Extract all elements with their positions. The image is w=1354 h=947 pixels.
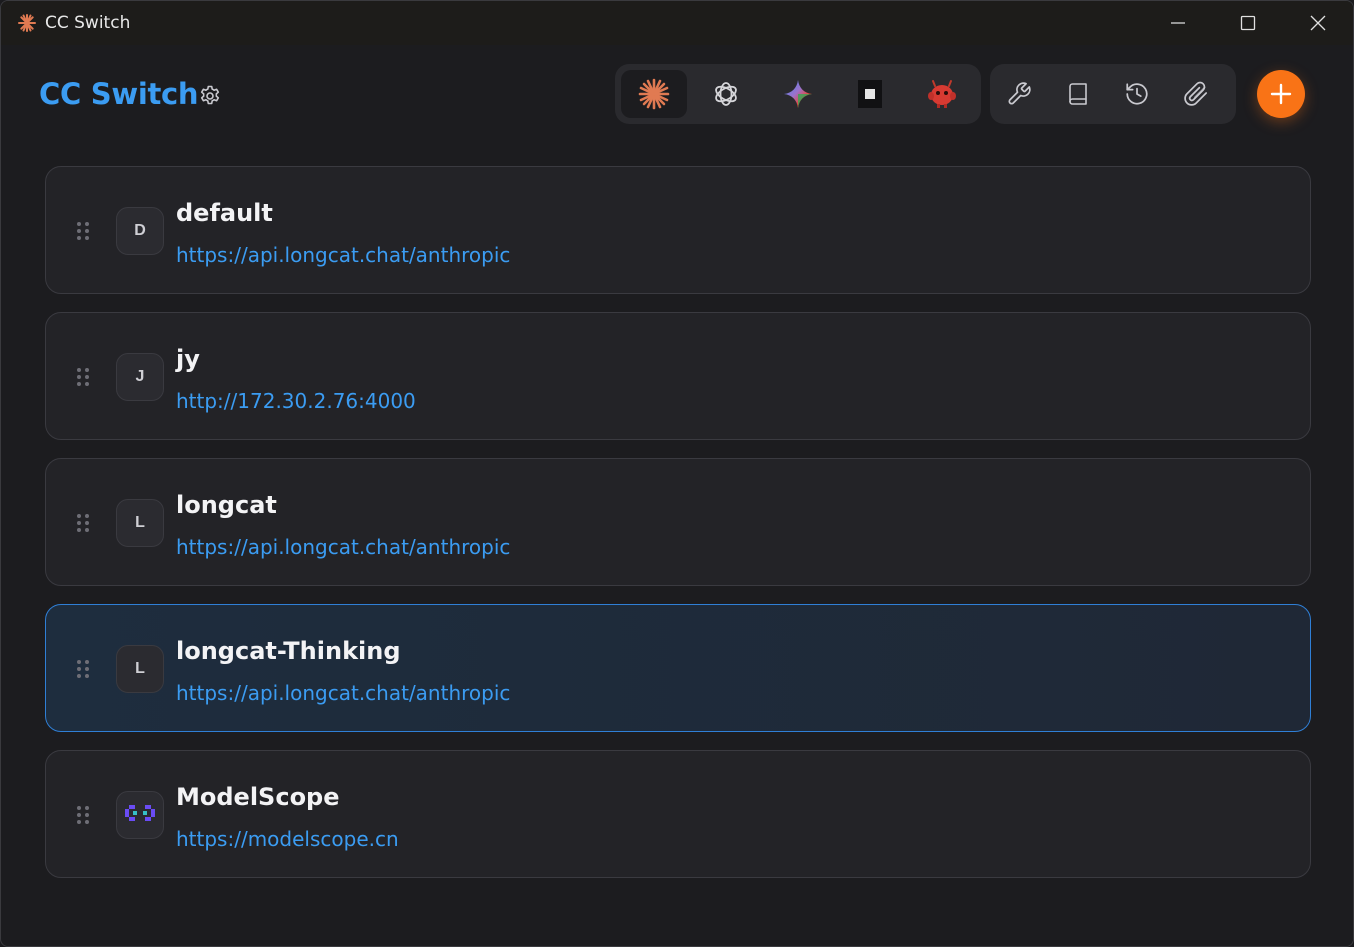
provider-avatar: L xyxy=(116,645,164,693)
history-button[interactable] xyxy=(1119,75,1156,113)
gear-icon xyxy=(200,85,220,105)
provider-avatar: D xyxy=(116,207,164,255)
provider-name: default xyxy=(176,199,273,227)
minimize-icon xyxy=(1171,22,1185,24)
app-body: CC Switch D default https://api.longcat.… xyxy=(3,45,1353,946)
history-icon xyxy=(1126,83,1148,105)
settings-button[interactable] xyxy=(195,81,225,111)
provider-name: longcat-Thinking xyxy=(176,637,401,665)
provider-name: longcat xyxy=(176,491,277,519)
close-icon xyxy=(1310,15,1326,31)
app-tab-gemini[interactable] xyxy=(765,70,831,118)
app-tab-terminal[interactable] xyxy=(837,70,903,118)
drag-handle-icon[interactable] xyxy=(76,659,90,679)
provider-card[interactable]: ModelScope https://modelscope.cn xyxy=(45,750,1311,878)
app-tab-openai[interactable] xyxy=(693,70,759,118)
drag-handle-icon[interactable] xyxy=(76,805,90,825)
window-title: CC Switch xyxy=(45,13,131,33)
window-controls xyxy=(1143,1,1353,45)
drag-handle-icon[interactable] xyxy=(76,221,90,241)
provider-name: ModelScope xyxy=(176,783,340,811)
book-icon xyxy=(1069,83,1087,105)
drag-handle-icon[interactable] xyxy=(76,513,90,533)
maximize-icon xyxy=(1240,15,1256,31)
provider-name: jy xyxy=(176,345,200,373)
provider-card[interactable]: L longcat https://api.longcat.chat/anthr… xyxy=(45,458,1311,586)
provider-avatar: L xyxy=(116,499,164,547)
openai-icon xyxy=(715,82,737,106)
wrench-icon xyxy=(1008,82,1032,105)
brand-title: CC Switch xyxy=(39,77,199,111)
provider-url[interactable]: http://172.30.2.76:4000 xyxy=(176,389,416,413)
toolbar xyxy=(990,64,1236,124)
maximize-button[interactable] xyxy=(1213,1,1283,45)
provider-url[interactable]: https://modelscope.cn xyxy=(176,827,399,851)
provider-avatar: J xyxy=(116,353,164,401)
attachments-button[interactable] xyxy=(1177,75,1214,113)
docs-button[interactable] xyxy=(1060,75,1097,113)
app-tab-claude[interactable] xyxy=(621,70,687,118)
app-switcher xyxy=(615,64,981,124)
drag-handle-icon[interactable] xyxy=(76,367,90,387)
terminal-square-icon xyxy=(858,80,882,108)
provider-card[interactable]: D default https://api.longcat.chat/anthr… xyxy=(45,166,1311,294)
close-button[interactable] xyxy=(1283,1,1353,45)
claude-icon xyxy=(638,78,670,110)
provider-url[interactable]: https://api.longcat.chat/anthropic xyxy=(176,535,510,559)
provider-url[interactable]: https://api.longcat.chat/anthropic xyxy=(176,243,510,267)
app-window: CC Switch CC Switch D default https://ap… xyxy=(0,0,1354,947)
gemini-icon xyxy=(784,80,812,108)
provider-list: D default https://api.longcat.chat/anthr… xyxy=(45,166,1311,896)
add-provider-button[interactable] xyxy=(1257,70,1305,118)
tools-button[interactable] xyxy=(1001,75,1038,113)
plus-icon xyxy=(1270,83,1292,105)
provider-card[interactable]: J jy http://172.30.2.76:4000 xyxy=(45,312,1311,440)
minimize-button[interactable] xyxy=(1143,1,1213,45)
provider-url[interactable]: https://api.longcat.chat/anthropic xyxy=(176,681,510,705)
app-tab-mascot[interactable] xyxy=(909,70,975,118)
red-mascot-icon xyxy=(928,80,956,108)
modelscope-logo-icon xyxy=(116,791,164,839)
paperclip-icon xyxy=(1183,81,1207,106)
claude-burst-icon xyxy=(17,13,37,33)
provider-card-active[interactable]: L longcat-Thinking https://api.longcat.c… xyxy=(45,604,1311,732)
title-bar[interactable]: CC Switch xyxy=(1,1,1353,45)
